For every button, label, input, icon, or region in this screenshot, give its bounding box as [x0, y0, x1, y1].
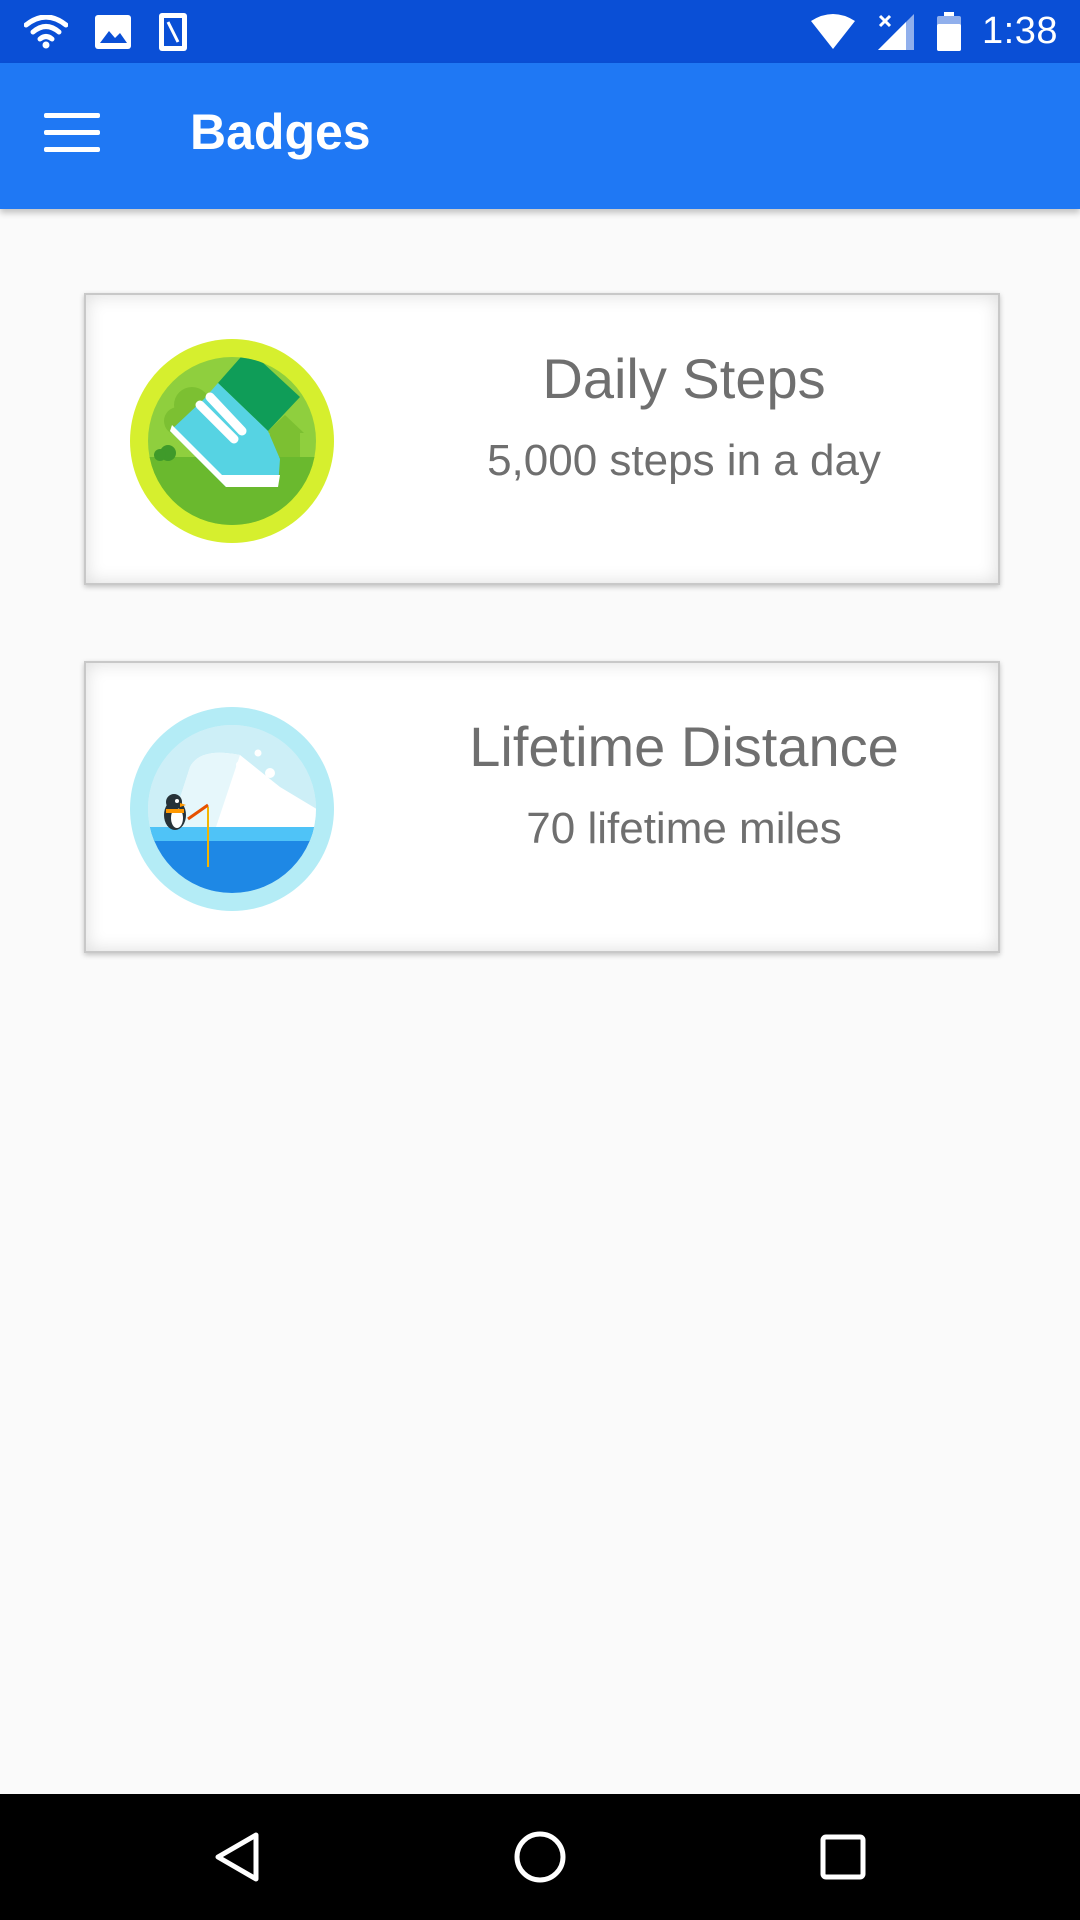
wifi-signal-icon [811, 13, 856, 49]
status-right-icons: 1:38 [810, 8, 1058, 55]
badge-text: Lifetime Distance 70 lifetime miles [396, 711, 972, 857]
hamburger-menu-icon[interactable] [44, 113, 100, 161]
recents-icon[interactable] [813, 1827, 873, 1887]
image-icon [95, 14, 131, 49]
home-icon[interactable] [510, 1827, 570, 1887]
badge-title: Daily Steps [542, 347, 826, 410]
back-icon[interactable] [206, 1827, 266, 1887]
badge-text: Daily Steps 5,000 steps in a day [396, 343, 972, 489]
status-bar: 1:38 [0, 0, 1080, 63]
badge-subtitle: 70 lifetime miles [526, 804, 842, 853]
shoe-badge-icon [130, 339, 334, 543]
cell-signal-icon [878, 13, 915, 50]
penguin-fishing-badge-icon [130, 707, 334, 911]
status-left-icons [24, 8, 188, 55]
badge-card-daily-steps[interactable]: Daily Steps 5,000 steps in a day [84, 293, 1000, 585]
page-title: Badges [190, 104, 371, 160]
app-bar: Badges [0, 63, 1080, 209]
badge-subtitle: 5,000 steps in a day [487, 436, 881, 485]
battery-icon [937, 11, 962, 51]
wifi-icon [24, 14, 68, 48]
badge-title: Lifetime Distance [469, 715, 899, 778]
badge-card-lifetime-distance[interactable]: Lifetime Distance 70 lifetime miles [84, 661, 1000, 953]
status-time: 1:38 [982, 10, 1058, 52]
sim-card-icon [159, 12, 187, 51]
navigation-bar [0, 1794, 1080, 1920]
